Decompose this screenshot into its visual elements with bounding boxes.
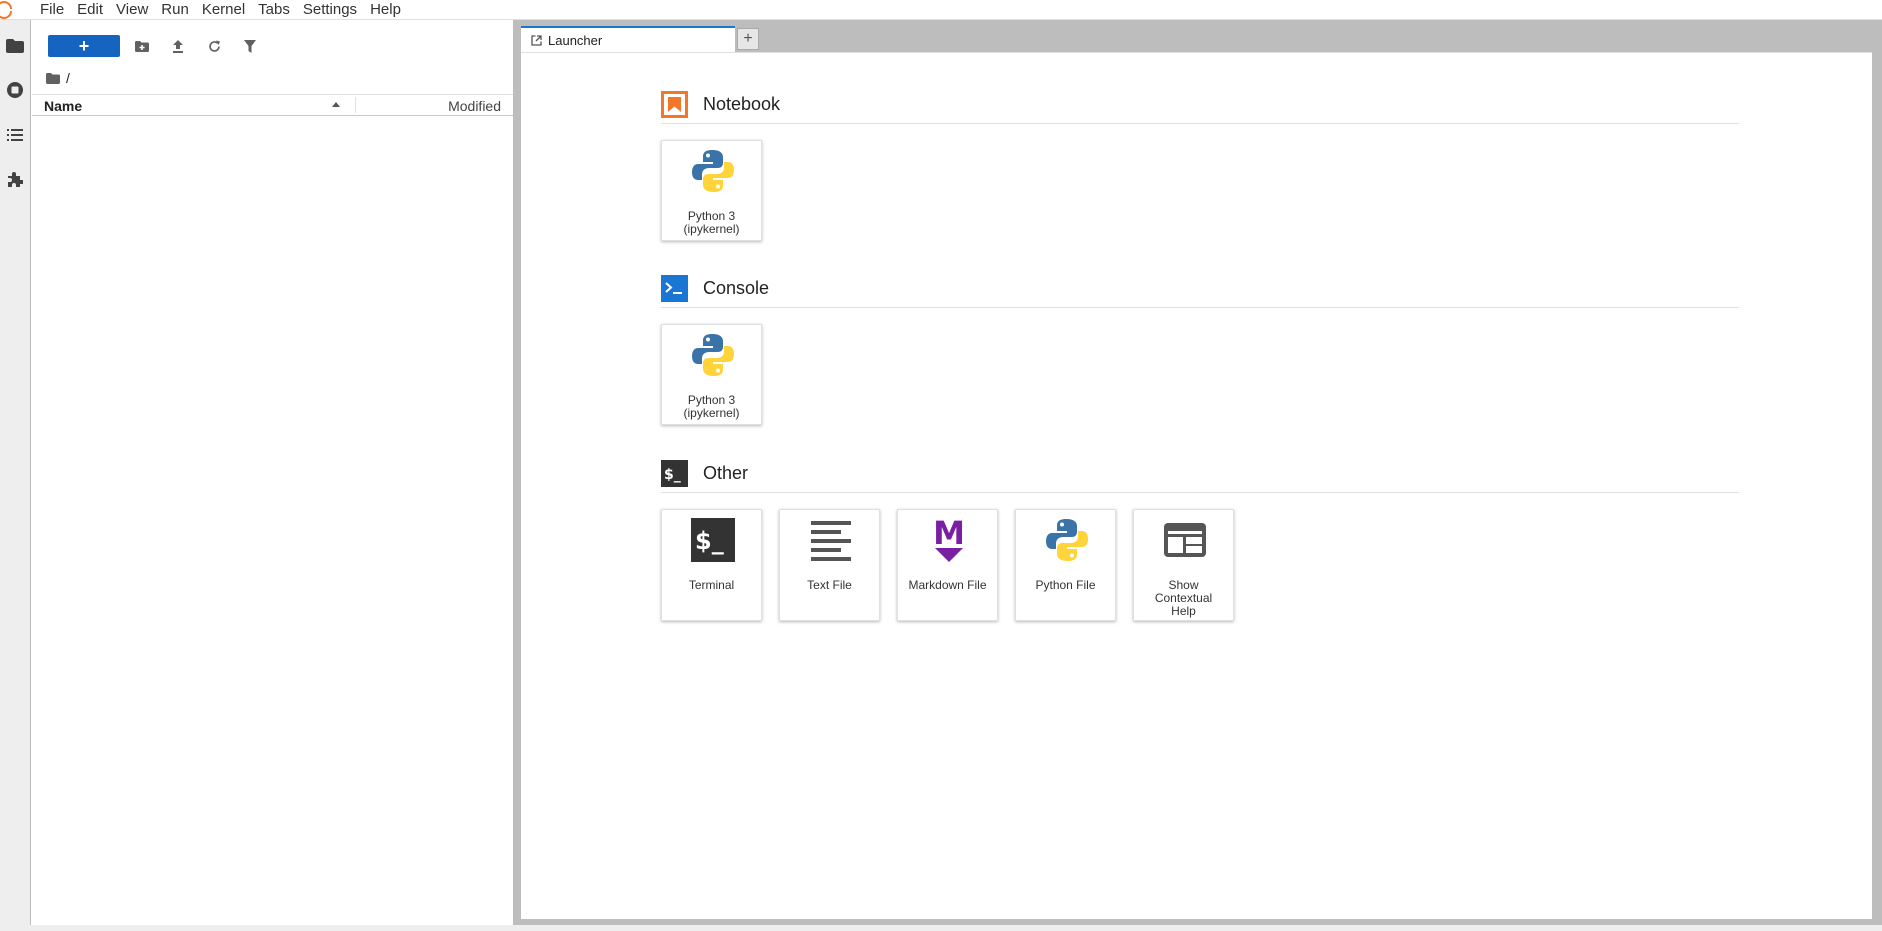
new-launcher-button[interactable]: + — [48, 35, 120, 57]
card-label: Text File — [807, 578, 852, 592]
section-header: $_ Other — [661, 452, 1739, 493]
markdown-icon: M — [927, 516, 971, 562]
section-header: Notebook — [661, 83, 1739, 124]
status-bar — [0, 925, 1882, 931]
launcher-card-markdown-file[interactable]: M Markdown File — [897, 509, 998, 621]
menu-help[interactable]: Help — [368, 2, 412, 17]
svg-text:$_: $_ — [695, 527, 724, 555]
menu-kernel[interactable]: Kernel — [200, 2, 256, 17]
svg-text:M: M — [933, 516, 965, 552]
menu-edit[interactable]: Edit — [75, 2, 114, 17]
activity-bar — [0, 20, 31, 931]
launcher-card-contextual-help[interactable]: Show Contextual Help — [1133, 509, 1234, 621]
launcher-card-text-file[interactable]: Text File — [779, 509, 880, 621]
launcher-section-notebook: Notebook Python 3 (ipykernel) — [661, 83, 1739, 250]
menu-view[interactable]: View — [114, 2, 159, 17]
menu-file[interactable]: File — [38, 2, 75, 17]
card-label-line: (ipykernel) — [683, 222, 740, 236]
sort-ascending-icon[interactable] — [332, 102, 340, 107]
notebook-icon — [661, 91, 688, 118]
launcher-panel: Notebook Python 3 (ipykernel) Console Py… — [521, 52, 1872, 919]
home-folder-icon[interactable] — [46, 72, 60, 84]
menu-settings[interactable]: Settings — [301, 2, 368, 17]
column-divider[interactable] — [355, 97, 356, 113]
breadcrumb: / — [46, 68, 70, 88]
python-logo-icon — [1045, 518, 1089, 562]
column-name-header[interactable]: Name — [44, 98, 82, 114]
filter-icon[interactable] — [240, 36, 260, 56]
add-tab-button[interactable]: + — [737, 28, 759, 50]
upload-icon[interactable] — [168, 36, 188, 56]
launcher-card-python3-notebook[interactable]: Python 3 (ipykernel) — [661, 140, 762, 241]
file-list-header: Name Modified — [32, 94, 513, 116]
jupyter-logo-icon — [0, 0, 20, 20]
svg-text:$_: $_ — [664, 467, 681, 483]
terminal-icon: $_ — [691, 518, 735, 562]
launcher-card-python3-console[interactable]: Python 3 (ipykernel) — [661, 324, 762, 425]
refresh-icon[interactable] — [204, 36, 224, 56]
section-title: Notebook — [703, 94, 781, 114]
breadcrumb-root[interactable]: / — [66, 70, 70, 86]
section-title: Console — [703, 278, 770, 298]
section-header: Console — [661, 267, 1739, 308]
table-of-contents-icon[interactable] — [5, 125, 25, 145]
card-label: Python 3 (ipykernel) — [662, 210, 761, 236]
file-browser-toolbar: + — [32, 20, 513, 70]
launcher-card-python-file[interactable]: Python File — [1015, 509, 1116, 621]
tab-launcher[interactable]: Launcher — [521, 26, 735, 52]
card-label-line: Help — [1171, 604, 1196, 618]
menu-run[interactable]: Run — [159, 2, 200, 17]
main-dock-area: Launcher + Notebook Python 3 (ipykernel)… — [520, 20, 1882, 925]
menu-tabs[interactable]: Tabs — [256, 2, 301, 17]
card-label-line: (ipykernel) — [683, 406, 740, 420]
tab-launcher-label: Launcher — [548, 32, 603, 48]
card-label: Markdown File — [908, 578, 987, 592]
launcher-card-terminal[interactable]: $_ Terminal — [661, 509, 762, 621]
folder-icon[interactable] — [5, 36, 25, 56]
card-label: Terminal — [688, 578, 735, 592]
card-label: Python 3 (ipykernel) — [662, 394, 761, 420]
text-file-icon — [809, 518, 853, 562]
card-label: Show Contextual Help — [1134, 579, 1233, 618]
running-sessions-icon[interactable] — [5, 80, 25, 100]
sidebar-splitter[interactable] — [513, 20, 520, 925]
terminal-icon: $_ — [661, 460, 688, 487]
launcher-icon — [531, 34, 542, 46]
card-label: Python File — [1035, 578, 1096, 592]
contextual-help-icon — [1163, 518, 1207, 562]
column-modified-header[interactable]: Modified — [448, 98, 501, 114]
python-logo-icon — [691, 333, 735, 377]
file-browser: + / Name Modified — [32, 20, 513, 925]
section-title: Other — [703, 463, 749, 483]
new-folder-icon[interactable] — [132, 36, 152, 56]
extension-puzzle-icon[interactable] — [5, 169, 25, 189]
launcher-section-console: Console Python 3 (ipykernel) — [661, 267, 1739, 434]
launcher-section-other: $_ Other $_ Terminal Text File M Markdow… — [661, 452, 1739, 621]
console-icon — [661, 275, 688, 302]
tab-bar: Launcher + — [520, 20, 1872, 52]
menu-bar: File Edit View Run Kernel Tabs Settings … — [0, 0, 1882, 20]
python-logo-icon — [691, 149, 735, 193]
